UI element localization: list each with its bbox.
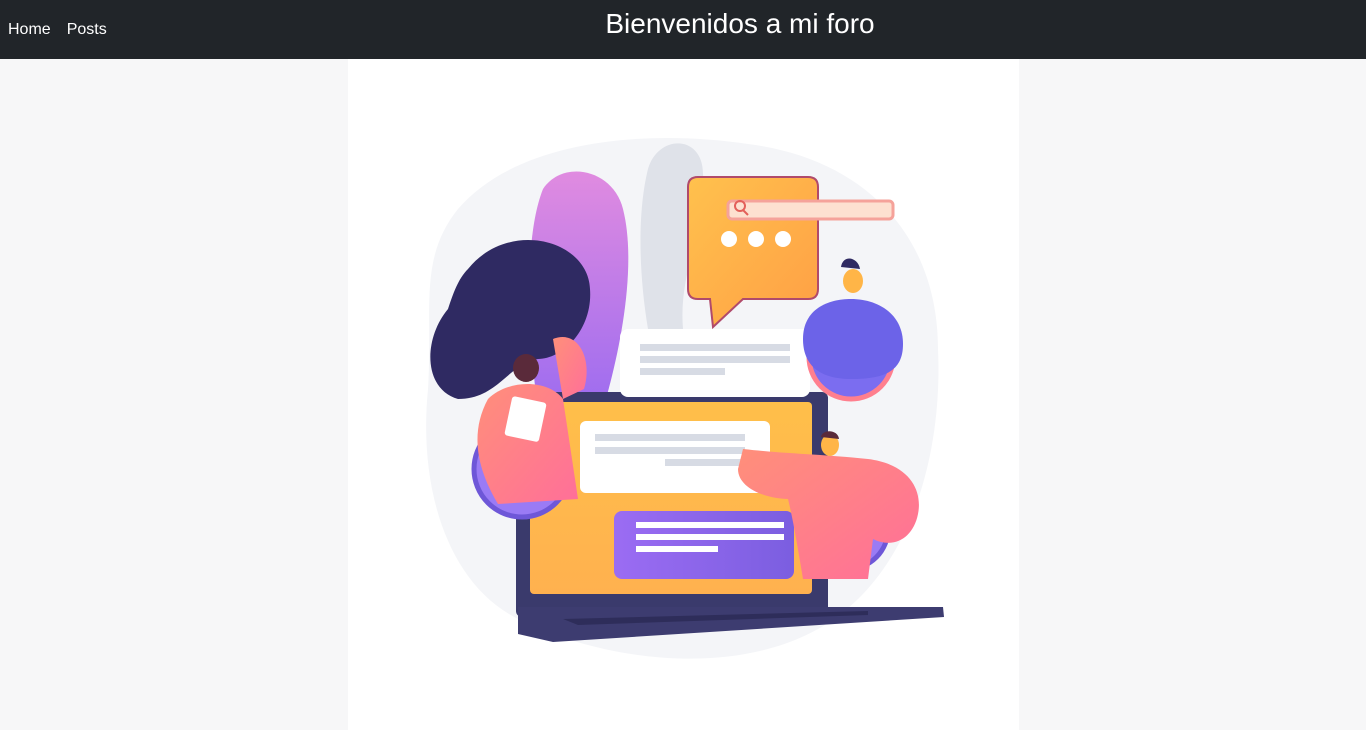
chat-bubble-top (620, 329, 810, 397)
search-bar (726, 199, 895, 221)
site-title: Bienvenidos a mi foro (605, 8, 875, 39)
chat-bubble-purple (614, 511, 794, 579)
hero-illustration (426, 137, 944, 659)
top-navbar: Home Posts Bienvenidos a mi foro (0, 0, 1366, 59)
main-content (348, 59, 1019, 730)
